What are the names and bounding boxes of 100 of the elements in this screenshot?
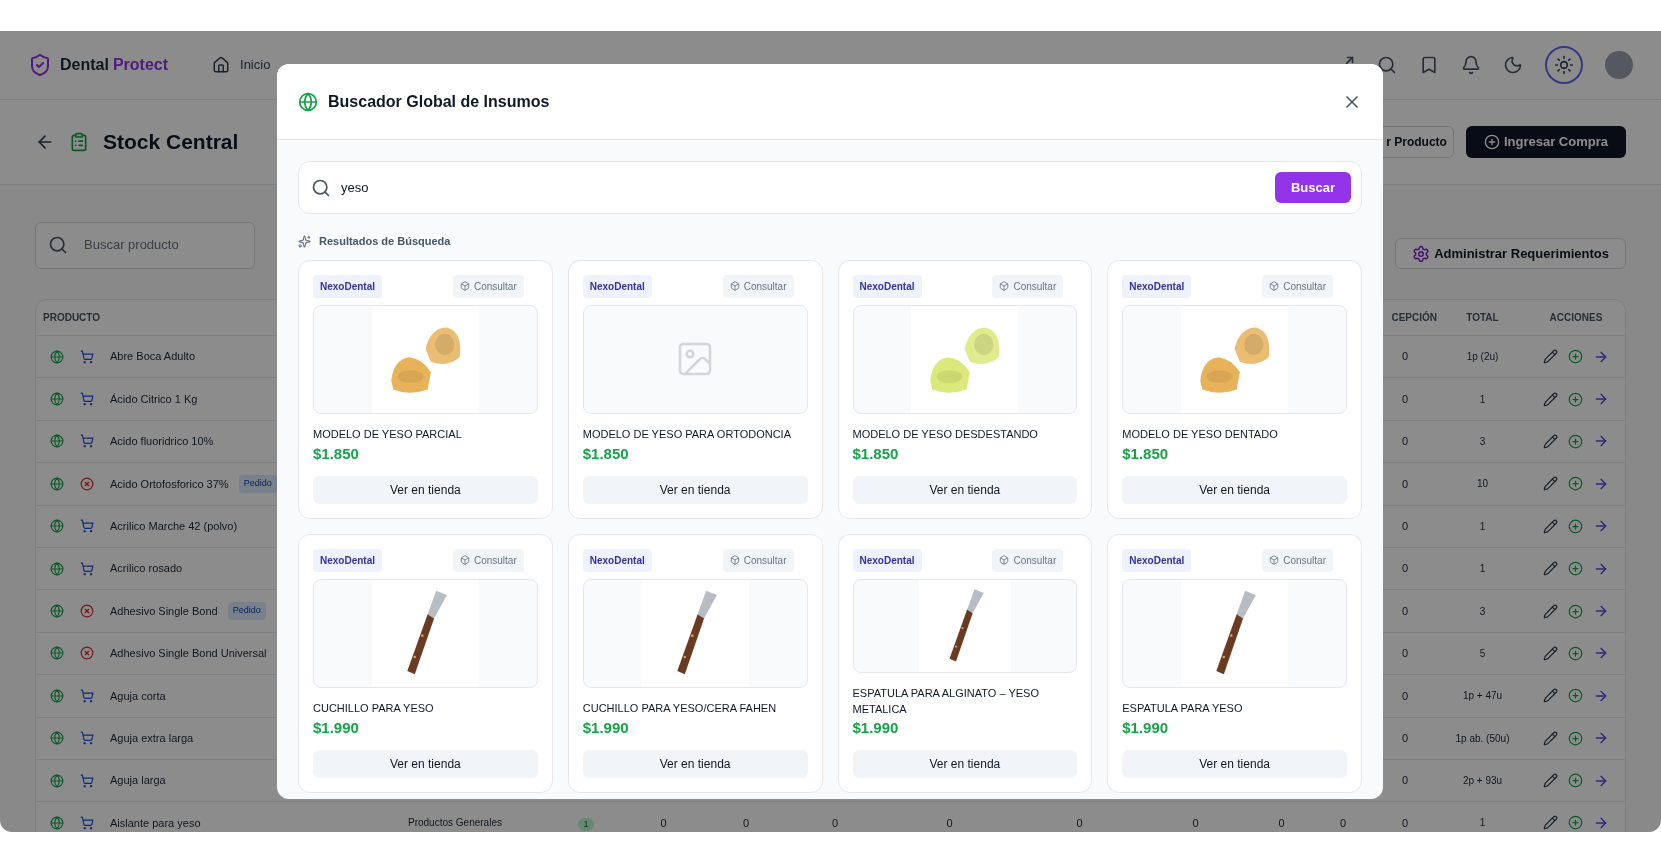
edit-icon[interactable]: [1543, 730, 1558, 746]
cart-icon: [80, 561, 94, 576]
table-cell-text: 3: [1478, 604, 1487, 619]
add-icon[interactable]: [1568, 433, 1583, 449]
cart-icon: [80, 816, 94, 830]
bookmark-icon[interactable]: [1419, 55, 1439, 75]
add-icon[interactable]: [1568, 773, 1583, 789]
cube-icon: [729, 555, 740, 565]
view-store-button[interactable]: Ver en tienda: [313, 475, 538, 504]
globe-icon: [50, 392, 64, 407]
search-icon[interactable]: [1377, 55, 1397, 75]
table-cell: 0: [946, 816, 953, 829]
edit-icon[interactable]: [1543, 645, 1558, 661]
store-tag: NexoDental: [582, 274, 652, 298]
cart-icon: [80, 349, 94, 364]
price: $1.850: [1122, 444, 1170, 464]
consult-button[interactable]: Consultar: [452, 274, 524, 298]
product-name: MODELO DE YESO PARA ORTODONCIA: [582, 426, 792, 442]
bell-icon[interactable]: [1461, 55, 1481, 75]
consult-button[interactable]: Consultar: [722, 548, 794, 572]
view-store-button[interactable]: Ver en tienda: [852, 749, 1078, 778]
view-store-button[interactable]: Ver en tienda: [313, 749, 538, 778]
product-name: Acrilico Marche 42 (polvo): [110, 519, 238, 534]
edit-icon[interactable]: [1543, 815, 1558, 831]
add-icon[interactable]: [1568, 603, 1583, 619]
add-icon[interactable]: [1568, 476, 1583, 492]
price: $1.990: [1122, 718, 1170, 738]
purchase-button[interactable]: Ingresar Compra: [1465, 126, 1626, 158]
edit-icon[interactable]: [1543, 349, 1558, 365]
gear-icon: [1412, 244, 1431, 263]
view-store-button[interactable]: Ver en tienda: [852, 475, 1078, 504]
cube-icon: [459, 555, 470, 565]
add-icon[interactable]: [1568, 391, 1583, 407]
globe-icon: [50, 476, 64, 491]
cart-icon: [80, 434, 94, 449]
table-cell: 0: [742, 816, 750, 829]
table-cell-text: 3: [1478, 434, 1487, 449]
manage-requirements-button[interactable]: Administrar Requerimientos: [1395, 238, 1626, 269]
consult-button[interactable]: Consultar: [992, 548, 1064, 572]
brand-name: Dental: [60, 55, 109, 75]
table-cell-text: 1: [1478, 562, 1487, 577]
column-header: PRODUCTO: [42, 311, 102, 325]
add-icon[interactable]: [1568, 688, 1583, 704]
product-name: ESPATULA PARA ALGINATO – YESO METALICA: [852, 686, 1040, 717]
consult-button[interactable]: Consultar: [452, 548, 524, 572]
cube-icon: [1269, 281, 1280, 291]
globe-icon: [50, 519, 64, 534]
edit-icon[interactable]: [1543, 688, 1558, 704]
status-tag: Pedido: [238, 475, 277, 493]
sparkle-icon: [298, 234, 311, 248]
search-input[interactable]: yeso: [341, 177, 1275, 198]
nav-link[interactable]: Inicio: [212, 55, 271, 75]
avatar[interactable]: [1605, 51, 1633, 79]
edit-icon[interactable]: [1543, 518, 1558, 534]
results-label: Resultados de Búsqueda: [319, 234, 451, 249]
consult-button[interactable]: Consultar: [722, 274, 794, 298]
add-icon[interactable]: [1568, 730, 1583, 746]
edit-icon[interactable]: [1543, 391, 1558, 407]
clipboard-icon: [69, 132, 89, 152]
column-header: ACCIONES: [1548, 311, 1604, 325]
add-icon[interactable]: [1568, 645, 1583, 661]
view-store-button[interactable]: Ver en tienda: [1122, 749, 1347, 778]
add-icon[interactable]: [1568, 815, 1583, 831]
arrow-right-icon[interactable]: [1593, 815, 1609, 831]
cart-icon: [80, 392, 94, 407]
view-store-button[interactable]: Ver en tienda: [1122, 475, 1347, 504]
globe-icon: [50, 731, 64, 746]
product-name: Adhesivo Single Bond: [110, 603, 218, 619]
moon-icon[interactable]: [1503, 55, 1523, 75]
table-cell-text: 0: [1400, 476, 1410, 492]
edit-icon[interactable]: [1543, 773, 1558, 789]
view-store-button[interactable]: Ver en tienda: [582, 475, 808, 504]
cancel-icon: [80, 646, 94, 661]
globe-icon: [50, 604, 64, 619]
price: $1.850: [313, 444, 360, 464]
consult-button[interactable]: Consultar: [992, 274, 1064, 298]
consult-button[interactable]: Consultar: [1262, 274, 1333, 298]
table-cell-text: 0: [1400, 391, 1410, 407]
edit-icon[interactable]: [1543, 603, 1558, 619]
add-icon[interactable]: [1568, 561, 1583, 577]
sun-button[interactable]: [1545, 46, 1583, 84]
search-field[interactable]: yeso Buscar: [298, 161, 1362, 214]
edit-icon[interactable]: [1543, 561, 1558, 577]
edit-icon[interactable]: [1543, 433, 1558, 449]
cube-icon: [1269, 555, 1280, 565]
product-search-field[interactable]: Buscar producto: [35, 221, 255, 269]
add-icon[interactable]: [1568, 518, 1583, 534]
table-cell: 0: [831, 816, 839, 829]
search-button[interactable]: Buscar: [1274, 172, 1351, 203]
add-icon[interactable]: [1568, 349, 1583, 365]
product-name: MODELO DE YESO PARCIAL: [313, 426, 463, 442]
table-cell-text: 0: [1400, 519, 1410, 534]
product-name: ESPATULA PARA YESO: [1122, 700, 1244, 716]
consult-button[interactable]: Consultar: [1262, 548, 1333, 572]
view-store-button[interactable]: Ver en tienda: [582, 749, 808, 778]
search-input[interactable]: Buscar producto: [84, 235, 224, 255]
edit-icon[interactable]: [1543, 476, 1558, 492]
store-tag: NexoDental: [582, 548, 652, 572]
table-cell: 0: [1339, 816, 1347, 829]
cart-icon: [80, 731, 94, 746]
